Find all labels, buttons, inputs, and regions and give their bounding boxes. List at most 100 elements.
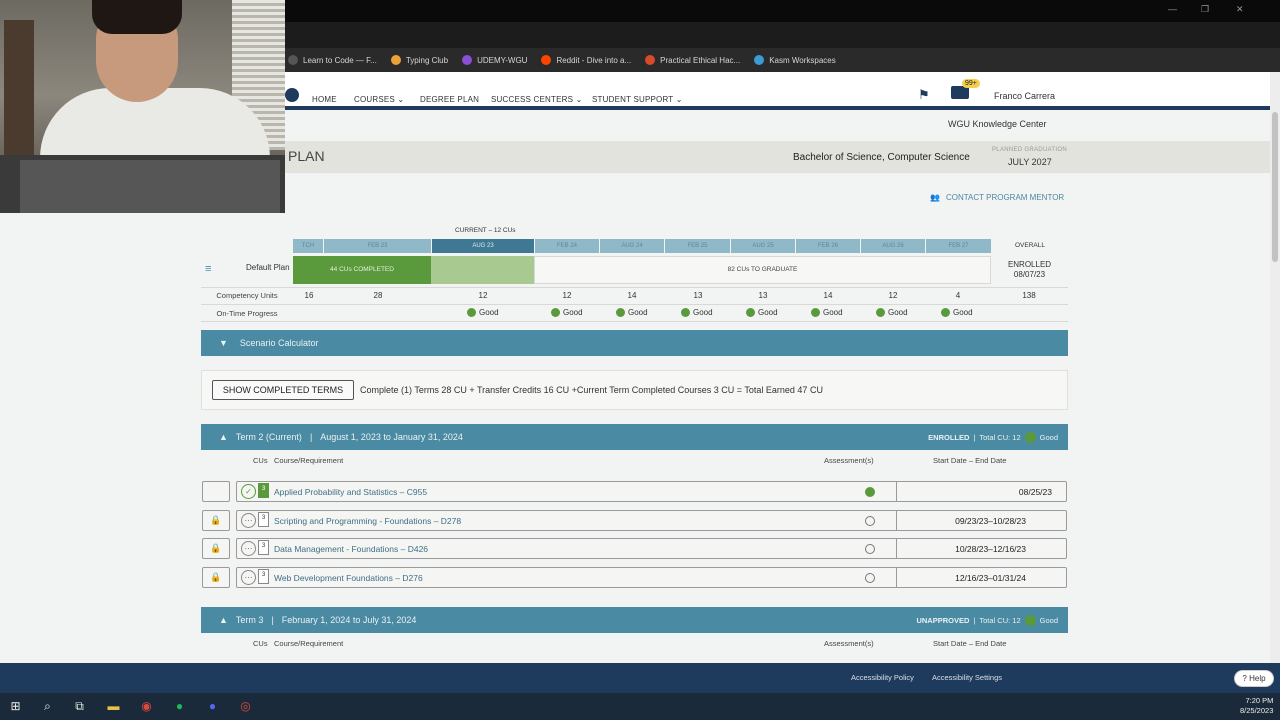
divider — [896, 539, 897, 558]
cu-value: 4 — [955, 291, 961, 300]
record-app-icon[interactable]: ◎ — [237, 698, 254, 715]
course-row[interactable]: ··· 3 Data Management - Foundations – D426… — [236, 538, 1067, 559]
term-3-header[interactable]: ▲ Term 3 | February 1, 2024 to July 31, … — [201, 607, 1068, 633]
overall-header: OVERALL — [1015, 242, 1045, 249]
course-name-link[interactable]: Applied Probability and Statistics – C95… — [274, 487, 427, 497]
good-status-icon — [1024, 431, 1036, 443]
lock-icon[interactable]: 🔒 — [202, 567, 230, 588]
bookmark-item[interactable]: Typing Club — [390, 55, 449, 65]
divider — [201, 287, 1068, 288]
scrollbar-thumb[interactable] — [1272, 112, 1278, 262]
course-row[interactable]: ··· 3 Scripting and Programming - Foundati… — [236, 510, 1067, 531]
course-name-link[interactable]: Data Management - Foundations – D426 — [274, 544, 428, 554]
term-3-range: February 1, 2024 to July 31, 2024 — [281, 615, 417, 625]
col-cus: CUs — [253, 456, 268, 465]
term-header-5[interactable]: AUG 24 — [600, 239, 664, 253]
chrome-icon[interactable]: ◉ — [138, 698, 155, 715]
check-circle-icon[interactable]: ✓ — [241, 484, 256, 499]
lock-icon[interactable]: 🔒 — [202, 510, 230, 531]
cu-value: 28 — [373, 291, 383, 300]
bookmark-item[interactable]: UDEMY-WGU — [462, 55, 527, 65]
current-term-label: CURRENT – 12 CUs — [455, 227, 516, 234]
spotify-icon[interactable]: ● — [171, 698, 188, 715]
lock-icon[interactable]: 🔒 — [202, 538, 230, 559]
knowledge-center-link[interactable]: WGU Knowledge Center — [948, 119, 1047, 129]
term-2-header[interactable]: ▲ Term 2 (Current) | August 1, 2023 to J… — [201, 424, 1068, 450]
bookmark-label: Typing Club — [405, 55, 449, 65]
wgu-logo-icon[interactable] — [285, 88, 299, 102]
term-header-4[interactable]: FEB 24 — [535, 239, 599, 253]
bookmark-item[interactable]: Reddit - Dive into a... — [541, 55, 631, 65]
term-header-7[interactable]: AUG 25 — [731, 239, 795, 253]
more-icon[interactable]: ··· — [241, 570, 256, 585]
cu-value: 12 — [562, 291, 572, 300]
assessment-icon[interactable] — [865, 516, 875, 526]
assessment-icon[interactable] — [865, 544, 875, 554]
term-header-8[interactable]: FEB 26 — [796, 239, 860, 253]
minimize-icon[interactable]: — — [1168, 4, 1177, 14]
accessibility-policy-link[interactable]: Accessibility Policy — [851, 673, 914, 682]
bookmark-item[interactable]: Learn to Code — F... — [288, 55, 377, 65]
nav-success-centers[interactable]: SUCCESS CENTERS ⌄ — [491, 95, 582, 104]
close-icon[interactable]: ✕ — [1236, 4, 1244, 15]
announcements-icon[interactable]: ⚑ — [918, 87, 930, 103]
course-slot — [202, 481, 230, 502]
course-name-link[interactable]: Scripting and Programming - Foundations … — [274, 516, 461, 526]
nav-student-support[interactable]: STUDENT SUPPORT ⌄ — [592, 95, 683, 104]
windows-start-icon[interactable]: ⊞ — [7, 698, 24, 715]
good-status-icon — [811, 308, 820, 317]
course-row[interactable]: ✓ 3 Applied Probability and Statistics – C… — [236, 481, 1067, 502]
course-cu-badge: 3 — [258, 569, 269, 584]
bookmark-label: UDEMY-WGU — [477, 55, 528, 65]
nav-degree-plan[interactable]: DEGREE PLAN — [420, 95, 479, 104]
discord-icon[interactable]: ● — [204, 698, 221, 715]
nav-home[interactable]: HOME — [312, 95, 337, 104]
planned-graduation-label: PLANNED GRADUATION — [992, 147, 1067, 153]
show-completed-terms-button[interactable]: SHOW COMPLETED TERMS — [212, 380, 354, 400]
completed-cus-bar: 44 CUs COMPLETED — [293, 256, 431, 284]
more-icon[interactable]: ··· — [241, 541, 256, 556]
term-header-1[interactable]: TCH — [293, 239, 323, 253]
progress-label: Good — [888, 308, 908, 317]
progress-label: Good — [693, 308, 713, 317]
assessment-icon[interactable] — [865, 573, 875, 583]
term-header-10[interactable]: FEB 27 — [926, 239, 991, 253]
term-3-name: Term 3 — [235, 615, 264, 625]
term-separator: | — [973, 615, 976, 625]
help-button[interactable]: ? Help — [1234, 670, 1274, 687]
term-header-9[interactable]: AUG 26 — [861, 239, 925, 253]
search-icon[interactable]: ⌕ — [39, 698, 56, 715]
good-status-icon — [681, 308, 690, 317]
bookmark-item[interactable]: Practical Ethical Hac... — [645, 55, 740, 65]
term-header-2[interactable]: FEB 23 — [324, 239, 431, 253]
course-name-link[interactable]: Web Development Foundations – D276 — [274, 573, 423, 583]
more-icon[interactable]: ··· — [241, 513, 256, 528]
restore-icon[interactable]: ❐ — [1201, 4, 1209, 15]
on-time-progress-value: Good — [941, 308, 973, 317]
term-separator: | — [973, 432, 976, 442]
menu-icon[interactable]: ≡ — [205, 263, 211, 275]
file-explorer-icon[interactable]: ▬ — [105, 698, 122, 715]
reddit-icon — [541, 55, 552, 65]
task-view-icon[interactable]: ⧉ — [71, 698, 88, 715]
accessibility-settings-link[interactable]: Accessibility Settings — [932, 673, 1002, 682]
cu-value: 138 — [1022, 291, 1036, 300]
enrolled-status-label: ENROLLED — [1007, 260, 1052, 269]
scenario-calculator-toggle[interactable]: ▼ Scenario Calculator — [201, 330, 1068, 356]
udemy-icon — [462, 55, 473, 65]
contact-mentor-link[interactable]: 👥 CONTACT PROGRAM MENTOR — [930, 193, 1064, 202]
term-header-6[interactable]: FEB 25 — [665, 239, 730, 253]
bookmark-item[interactable]: Kasm Workspaces — [754, 55, 836, 65]
col-course: Course/Requirement — [274, 639, 344, 648]
good-status-icon — [1024, 614, 1036, 626]
caret-up-icon: ▲ — [219, 615, 228, 625]
course-dates: 10/28/23–12/16/23 — [955, 544, 1026, 554]
term-header-3[interactable]: AUG 23 — [432, 239, 534, 253]
user-name[interactable]: Franco Carrera — [994, 91, 1055, 101]
assessment-passed-icon[interactable] — [865, 487, 875, 497]
course-dates: 12/16/23–01/31/24 — [955, 573, 1026, 583]
enrolled-status: ENROLLED 08/07/23 — [991, 256, 1068, 286]
kasm-icon — [754, 55, 765, 65]
nav-courses[interactable]: COURSES ⌄ — [354, 95, 404, 104]
course-row[interactable]: ··· 3 Web Development Foundations – D276 12… — [236, 567, 1067, 588]
